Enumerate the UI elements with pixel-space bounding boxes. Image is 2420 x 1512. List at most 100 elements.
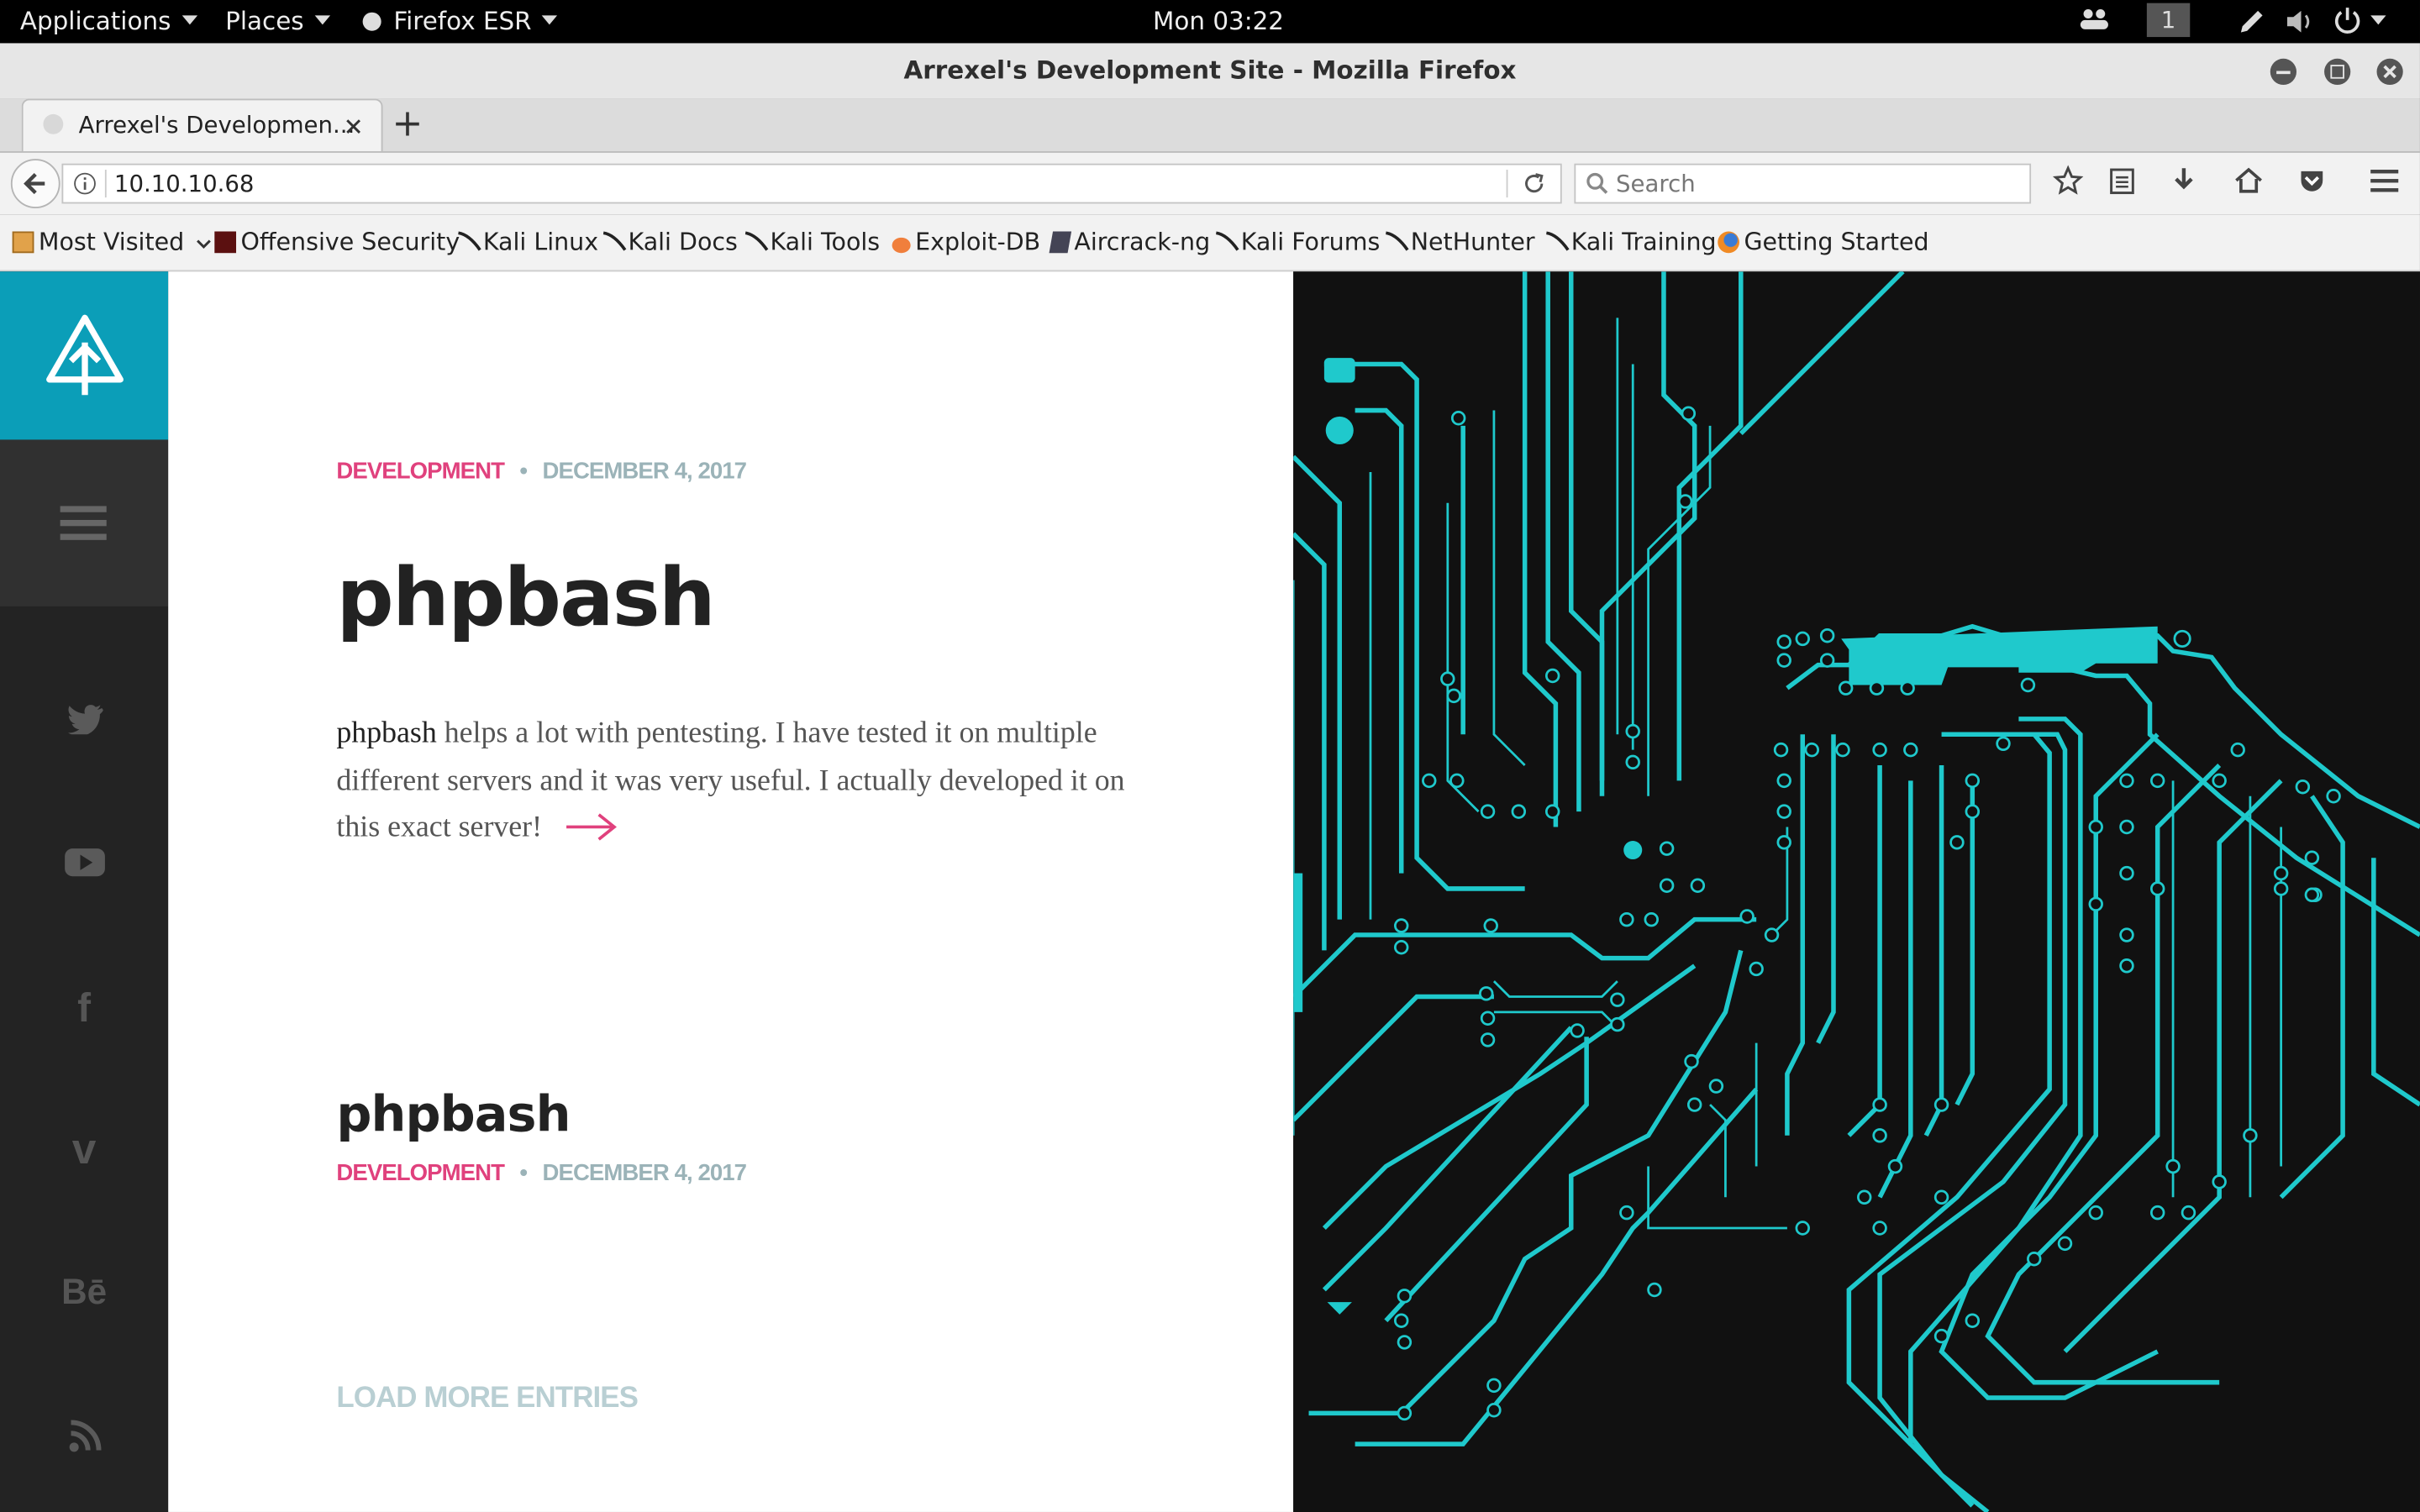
chevron-down-icon	[197, 239, 212, 249]
bookmark-getting-started[interactable]: Getting Started	[1718, 228, 1929, 256]
bookmark-kali-tools[interactable]: Kali Tools	[744, 228, 880, 256]
post-title[interactable]: phpbash	[336, 1084, 571, 1143]
volume-icon[interactable]	[2284, 8, 2315, 41]
minimize-button[interactable]	[2270, 58, 2297, 86]
post-category-link[interactable]: DEVELOPMENT	[336, 458, 505, 484]
bookmark-label: Aircrack-ng	[1074, 228, 1211, 256]
bookmark-label: NetHunter	[1410, 228, 1535, 256]
bookmark-label: Kali Forums	[1240, 228, 1381, 256]
home-icon[interactable]	[2233, 165, 2265, 204]
tab-active[interactable]: Arrexel's Developmen...	[21, 98, 383, 151]
new-tab-button[interactable]: +	[392, 102, 424, 144]
post-meta: DEVELOPMENT • DECEMBER 4, 2017	[336, 1160, 747, 1187]
bookmark-kali-forums[interactable]: Kali Forums	[1214, 228, 1380, 256]
aircrack-icon	[1049, 231, 1072, 254]
meta-separator: •	[519, 458, 528, 485]
info-icon[interactable]	[72, 171, 97, 196]
url-text[interactable]: 10.10.10.68	[114, 170, 255, 197]
youtube-icon[interactable]	[0, 847, 168, 885]
places-menu[interactable]: Places	[225, 6, 330, 35]
url-bar[interactable]: 10.10.10.68	[61, 163, 1562, 204]
window-title-bar[interactable]: Arrexel's Development Site - Mozilla Fir…	[0, 43, 2420, 99]
reading-list-icon[interactable]	[2108, 165, 2136, 204]
firefox-menu-label: Firefox ESR	[393, 6, 532, 36]
facebook-icon[interactable]: f	[0, 984, 168, 1032]
firefox-icon	[1718, 231, 1739, 254]
tab-bar: Arrexel's Developmen... +	[0, 98, 2420, 153]
chevron-down-icon	[182, 15, 197, 25]
chevron-down-icon[interactable]	[2370, 6, 2386, 35]
post-title[interactable]: phpbash	[336, 553, 715, 645]
workspace-indicator[interactable]: 1	[2146, 3, 2191, 38]
post-meta: DEVELOPMENT • DECEMBER 4, 2017	[336, 458, 747, 485]
rss-icon[interactable]	[0, 1420, 168, 1462]
bookmark-label: Kali Training	[1570, 228, 1717, 256]
circuit-board-image	[1293, 271, 2420, 1512]
tab-title: Arrexel's Developmen...	[78, 111, 355, 139]
window-title: Arrexel's Development Site - Mozilla Fir…	[903, 55, 1517, 86]
bookmark-aircrack-ng[interactable]: Aircrack-ng	[1049, 228, 1211, 256]
bookmark-label: Getting Started	[1744, 228, 1929, 256]
kali-icon	[1545, 228, 1570, 251]
folder-icon	[12, 231, 34, 254]
url-separator-right	[1506, 170, 1508, 198]
excerpt-text: helps a lot with pentesting. I have test…	[336, 717, 1125, 844]
download-icon[interactable]	[2170, 165, 2197, 204]
hamburger-icon	[60, 506, 107, 540]
load-more-button[interactable]: LOAD MORE ENTRIES	[336, 1383, 639, 1416]
maximize-button[interactable]	[2324, 58, 2351, 86]
power-icon[interactable]	[2333, 6, 2361, 39]
post-category-link[interactable]: DEVELOPMENT	[336, 1160, 505, 1186]
post-excerpt: phpbash helps a lot with pentesting. I h…	[336, 711, 1139, 853]
kali-icon	[744, 228, 769, 251]
twitter-icon[interactable]	[0, 704, 168, 743]
close-tab-icon[interactable]	[345, 118, 363, 136]
bookmark-offensive-security[interactable]: Offensive Security	[214, 228, 460, 256]
bookmark-exploit-db[interactable]: Exploit-DB	[892, 228, 1041, 256]
search-input[interactable]: Search	[1574, 163, 2032, 204]
bookmark-star-icon[interactable]	[2052, 165, 2084, 204]
people-icon[interactable]	[2079, 8, 2110, 39]
navigation-toolbar: 10.10.10.68 Search	[0, 152, 2420, 215]
search-placeholder: Search	[1616, 170, 1696, 198]
search-icon	[1586, 172, 1608, 194]
back-button[interactable]	[10, 159, 60, 208]
kali-icon	[1214, 228, 1239, 251]
page-favicon-icon	[43, 113, 64, 134]
applications-menu[interactable]: Applications	[20, 6, 197, 35]
pocket-icon[interactable]	[2296, 165, 2328, 204]
bookmark-label: Kali Tools	[770, 228, 881, 256]
places-label: Places	[225, 6, 304, 36]
bookmark-nethunter[interactable]: NetHunter	[1385, 228, 1535, 256]
meta-separator: •	[519, 1160, 528, 1187]
post-date[interactable]: DECEMBER 4, 2017	[543, 458, 747, 484]
firefox-app-menu[interactable]: Firefox ESR	[362, 6, 558, 36]
hamburger-menu-icon[interactable]	[2369, 165, 2400, 204]
tree-logo-icon	[46, 314, 124, 396]
kali-icon	[1385, 228, 1409, 251]
kali-icon	[602, 228, 627, 251]
firefox-icon	[362, 12, 381, 31]
site-menu-button[interactable]	[0, 439, 169, 606]
url-separator	[104, 170, 107, 198]
bookmark-label: Exploit-DB	[915, 228, 1041, 256]
bookmark-kali-linux[interactable]: Kali Linux	[457, 228, 598, 256]
behance-icon[interactable]: Bē	[0, 1271, 168, 1313]
clock[interactable]: Mon 03:22	[1153, 6, 1284, 35]
bookmarks-toolbar: Most Visited Offensive Security Kali Lin…	[0, 214, 2420, 272]
bookmark-label: Most Visited	[38, 228, 185, 256]
pen-icon[interactable]	[2238, 8, 2265, 41]
arrow-right-icon[interactable]	[562, 810, 623, 843]
excerpt-highlight: phpbash	[336, 717, 437, 750]
kali-icon	[457, 228, 481, 251]
close-window-button[interactable]	[2376, 58, 2403, 86]
bookmark-most-visited[interactable]: Most Visited	[12, 228, 212, 256]
vimeo-icon[interactable]: v	[0, 1125, 168, 1174]
bookmark-kali-docs[interactable]: Kali Docs	[602, 228, 738, 256]
bookmark-kali-training[interactable]: Kali Training	[1545, 228, 1717, 256]
applications-label: Applications	[19, 6, 171, 36]
reload-icon[interactable]	[1522, 171, 1546, 196]
post-date[interactable]: DECEMBER 4, 2017	[543, 1160, 747, 1186]
site-sidebar: f v Bē	[0, 271, 169, 1512]
site-logo[interactable]	[0, 271, 169, 440]
